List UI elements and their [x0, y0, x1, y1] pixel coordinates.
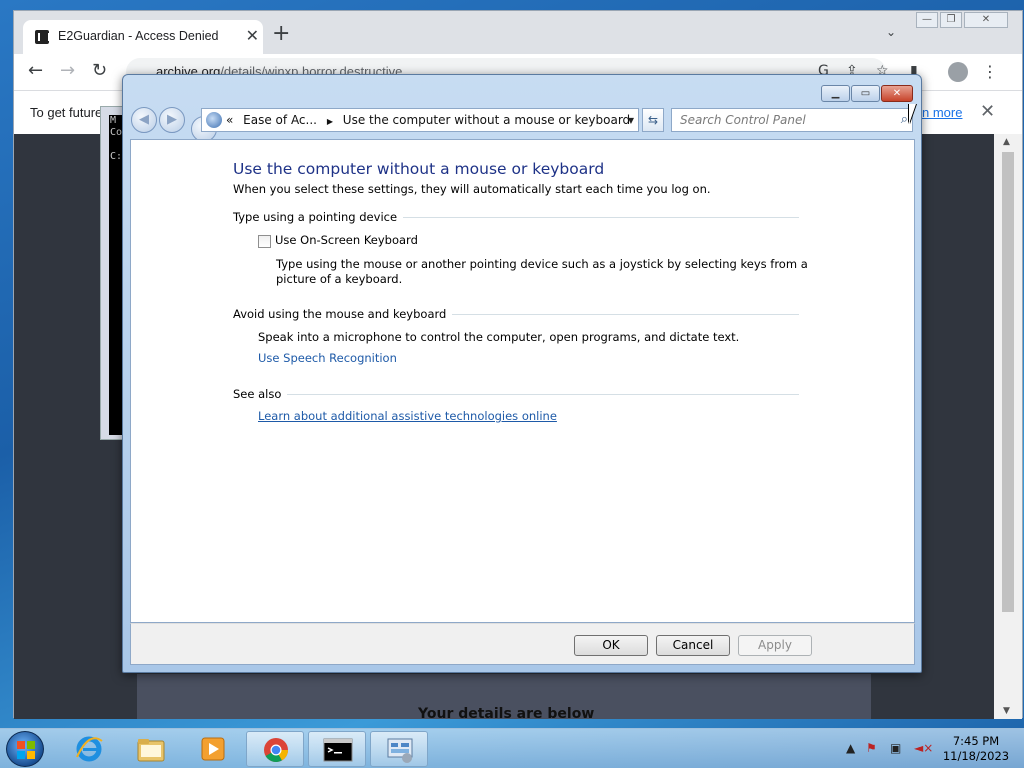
search-box[interactable]: ⌕	[671, 108, 913, 132]
folder-icon	[137, 739, 165, 762]
reload-icon[interactable]: ↻	[92, 62, 107, 80]
browser-close-button[interactable]: ✕	[964, 12, 1008, 28]
speech-recognition-link[interactable]: Use Speech Recognition	[258, 351, 397, 365]
taskbar-chrome[interactable]	[246, 731, 304, 767]
control-panel-content: Use the computer without a mouse or keyb…	[130, 139, 915, 623]
show-hidden-icons[interactable]: ▲	[846, 741, 855, 755]
apply-button[interactable]: Apply	[738, 635, 812, 656]
scroll-up-icon[interactable]: ▲	[1003, 137, 1010, 147]
section-title: Type using a pointing device	[233, 210, 404, 224]
profile-avatar[interactable]	[948, 62, 968, 82]
page-title: Use the computer without a mouse or keyb…	[233, 160, 605, 178]
navigation-buttons: ◀ ▶ ▼	[131, 107, 217, 142]
breadcrumb-ease-of-access[interactable]: Ease of Ac...	[243, 113, 317, 127]
network-icon[interactable]: ▣	[890, 741, 901, 755]
clock-time: 7:45 PM	[952, 734, 1000, 748]
windows-logo-icon	[17, 741, 35, 759]
control-panel-icon	[387, 738, 413, 763]
ok-button[interactable]: OK	[574, 635, 648, 656]
new-tab-icon[interactable]: +	[272, 23, 290, 45]
section-see-also: See also	[233, 387, 799, 403]
browser-maximize-button[interactable]: ❐	[940, 12, 962, 28]
breadcrumb-arrow-icon[interactable]: ▶	[327, 117, 333, 126]
action-center-flag-icon[interactable]: ⚑	[866, 741, 877, 755]
info-bar-close-icon[interactable]: ✕	[980, 101, 995, 122]
maximize-button[interactable]: ▭	[851, 85, 880, 102]
forward-arrow-icon[interactable]: →	[60, 62, 75, 80]
minimize-button[interactable]: ▁	[821, 85, 850, 102]
section-title: Avoid using the mouse and keyboard	[233, 307, 453, 321]
scroll-down-icon[interactable]: ▼	[1003, 706, 1010, 716]
taskbar-file-explorer[interactable]	[122, 731, 180, 767]
taskbar-command-prompt[interactable]	[308, 731, 366, 767]
control-panel-icon	[206, 112, 222, 128]
command-prompt-icon	[323, 738, 353, 762]
info-bar-message: To get future	[30, 105, 103, 120]
section-pointing-device: Type using a pointing device	[233, 210, 799, 226]
back-arrow-icon[interactable]: ←	[28, 62, 43, 80]
taskbar: ▲ ⚑ ▣ ◄× 7:45 PM 11/18/2023	[0, 728, 1024, 768]
taskbar-internet-explorer[interactable]	[60, 731, 118, 767]
breadcrumb-overflow[interactable]: «	[226, 113, 233, 127]
browser-tab[interactable]: E2Guardian - Access Denied ✕	[23, 20, 263, 54]
speech-description: Speak into a microphone to control the c…	[258, 330, 740, 344]
section-divider	[233, 394, 799, 395]
assistive-technologies-link[interactable]: Learn about additional assistive technol…	[258, 409, 557, 423]
media-player-icon	[201, 737, 225, 761]
browser-minimize-button[interactable]: —	[916, 12, 938, 28]
info-bar-learn-more-link[interactable]: n more	[922, 105, 962, 120]
page-scrollbar[interactable]: ▲ ▼	[994, 134, 1022, 719]
browser-window-controls: — ❐ ✕	[916, 11, 1022, 29]
dialog-button-bar: OK Cancel Apply	[130, 623, 915, 665]
mouse-cursor-icon	[909, 104, 916, 124]
search-icon[interactable]: ⌕	[901, 112, 908, 127]
internet-explorer-icon	[76, 736, 103, 762]
checkbox-box[interactable]	[258, 235, 271, 248]
chrome-icon	[264, 738, 288, 763]
tab-search-chevron-icon[interactable]: ⌄	[886, 25, 896, 39]
volume-muted-icon[interactable]: ◄×	[914, 741, 933, 755]
start-button[interactable]	[6, 731, 44, 767]
clock-date: 11/18/2023	[942, 749, 1010, 763]
page-subtitle: When you select these settings, they wil…	[233, 182, 711, 196]
tab-close-icon[interactable]: ✕	[246, 26, 259, 45]
forward-button-icon[interactable]: ▶	[159, 107, 185, 133]
back-button-icon[interactable]: ◀	[131, 107, 157, 133]
scrollbar-thumb[interactable]	[1002, 152, 1014, 612]
taskbar-media-player[interactable]	[184, 731, 242, 767]
section-avoid-mouse-keyboard: Avoid using the mouse and keyboard	[233, 307, 799, 323]
close-button[interactable]: ✕	[881, 85, 913, 102]
archive-favicon-icon	[35, 30, 50, 44]
window-caption-buttons: ▁ ▭ ✕	[821, 85, 913, 103]
checkbox-label[interactable]: Use On-Screen Keyboard	[275, 233, 418, 247]
control-panel-window: ▁▭✕ ◀ ▶ ▼ « Ease of Ac... ▶ Use the comp…	[122, 74, 922, 673]
refresh-icon[interactable]: ⇆	[642, 108, 664, 132]
breadcrumb-current[interactable]: Use the computer without a mouse or keyb…	[343, 113, 630, 127]
on-screen-keyboard-description: Type using the mouse or another pointing…	[276, 257, 808, 286]
section-title: See also	[233, 387, 288, 401]
menu-kebab-icon[interactable]: ⋮	[982, 62, 998, 81]
address-dropdown-icon[interactable]: ▼	[628, 116, 634, 125]
taskbar-control-panel[interactable]	[370, 731, 428, 767]
breadcrumb: « Ease of Ac... ▶ Use the computer witho…	[226, 113, 630, 127]
page-details-heading: Your details are below	[418, 706, 595, 722]
clock[interactable]: 7:45 PM 11/18/2023	[936, 734, 1016, 764]
explorer-address-bar[interactable]: « Ease of Ac... ▶ Use the computer witho…	[201, 108, 639, 132]
search-input[interactable]	[672, 109, 892, 131]
browser-tab-title: E2Guardian - Access Denied	[58, 29, 219, 43]
cancel-button[interactable]: Cancel	[656, 635, 730, 656]
